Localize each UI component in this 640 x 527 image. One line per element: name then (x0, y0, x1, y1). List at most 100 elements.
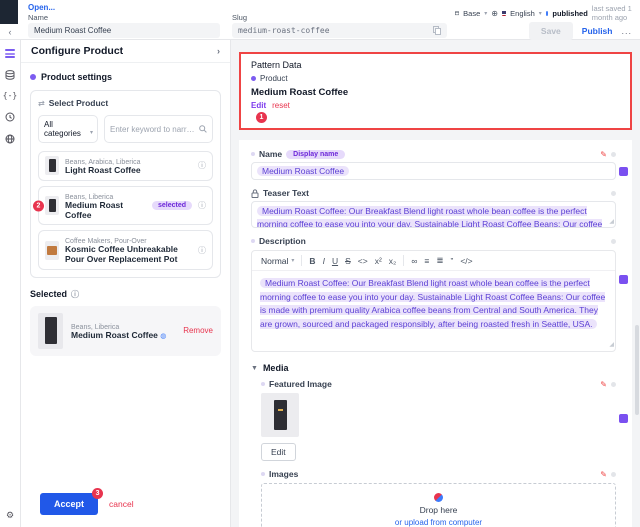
info-icon[interactable]: ⓘ (71, 289, 79, 300)
description-field: Description Normal ▾ B I U S <> x² x₂ ∞ … (251, 236, 629, 352)
chevron-down-icon: ▾ (538, 10, 542, 17)
product-settings-heading: Product settings (41, 72, 113, 82)
featured-image-field: Featured Image ✎ Edit (261, 379, 629, 461)
open-link[interactable]: Open... (28, 3, 220, 12)
inline-code-button[interactable]: <> (358, 256, 368, 266)
category-filter-select[interactable]: All categories ▾ (38, 115, 98, 143)
doc-name-input[interactable]: Medium Roast Coffee (28, 23, 220, 38)
globe-icon[interactable] (5, 134, 15, 144)
underline-button[interactable]: U (332, 256, 338, 266)
tool-sidebar: {-} ⚙ (0, 40, 21, 527)
history-icon[interactable] (5, 112, 15, 122)
toolbar-divider (403, 255, 405, 266)
teaser-textarea[interactable]: Medium Roast Coffee: Our Breakfast Blend… (251, 201, 616, 228)
featured-image-thumbnail[interactable] (261, 393, 299, 437)
product-name: Medium Roast Coffee (65, 199, 124, 220)
select-product-label: Select Product (48, 98, 109, 108)
slug-input[interactable]: medium-roast-coffee (232, 23, 447, 38)
product-thumbnail (45, 156, 59, 176)
globe-icon: ⊕ (491, 8, 498, 18)
collapse-chevron-icon[interactable]: ‹ (0, 24, 20, 39)
json-braces-icon[interactable]: {-} (3, 92, 17, 100)
scrollbar-thumb[interactable] (635, 325, 639, 415)
us-flag-icon (501, 10, 507, 16)
product-list-item[interactable]: Beans, Arabica, Liberica Light Roast Cof… (38, 151, 213, 181)
italic-button[interactable]: I (323, 256, 325, 266)
copy-icon[interactable] (433, 26, 441, 35)
more-menu-button[interactable]: ... (621, 26, 632, 36)
presence-placeholder-icon (611, 238, 616, 244)
upload-from-computer-link[interactable]: or upload from computer (395, 518, 482, 527)
images-label: Images (269, 469, 299, 479)
save-button[interactable]: Save (528, 22, 573, 40)
configure-product-panel: Configure Product › Product settings ⇄ S… (21, 40, 231, 527)
resize-handle[interactable]: ◢ (609, 218, 614, 227)
info-icon[interactable]: ⓘ (198, 160, 206, 171)
product-list-item[interactable]: 2 Beans, Liberica Medium Roast Coffee se… (33, 185, 213, 226)
presence-placeholder-icon (611, 471, 616, 477)
sync-icon: ◍ (160, 332, 167, 340)
publish-status: published (552, 8, 588, 18)
cancel-link[interactable]: cancel (109, 499, 134, 509)
dataset-icon[interactable] (5, 70, 15, 80)
changed-pen-icon[interactable]: ✎ (600, 470, 607, 479)
numbered-list-button[interactable]: ≣ (436, 255, 443, 266)
changed-pen-icon[interactable]: ✎ (600, 150, 607, 159)
publish-button[interactable]: Publish (582, 26, 613, 36)
product-thumbnail (45, 240, 59, 260)
info-icon[interactable]: ⓘ (198, 245, 206, 256)
lang-base-select[interactable]: Base (463, 9, 480, 18)
featured-image-label: Featured Image (269, 379, 332, 389)
product-name: Medium Roast Coffee ◍ (71, 329, 167, 340)
teaser-field-label: Teaser Text (263, 188, 309, 198)
accept-count-badge: 3 (92, 488, 104, 499)
count-badge: 2 (33, 200, 44, 212)
pattern-reset-link[interactable]: reset (272, 101, 290, 110)
info-icon[interactable]: ⓘ (198, 200, 206, 211)
chevron-down-icon[interactable]: ▼ (251, 365, 258, 372)
name-input[interactable]: Medium Roast Coffee (251, 162, 616, 180)
media-group-heading: Media (262, 363, 289, 373)
resize-handle[interactable]: ◢ (609, 341, 614, 351)
blockquote-button[interactable]: ” (451, 256, 454, 266)
bold-button[interactable]: B (309, 256, 315, 266)
presence-avatar (618, 274, 629, 285)
edit-featured-image-button[interactable]: Edit (261, 443, 296, 461)
product-name: Light Roast Coffee (65, 165, 141, 175)
bullet-list-button[interactable]: ≡ (424, 256, 429, 266)
settings-gear-icon[interactable]: ⚙ (6, 511, 14, 520)
product-search-input[interactable]: Enter keyword to narrow your search (104, 115, 213, 143)
app-logo[interactable] (0, 0, 18, 24)
presence-avatar (618, 166, 629, 177)
drop-here-text: Drop here (419, 505, 458, 515)
lang-english-select[interactable]: English (510, 9, 535, 18)
chevron-down-icon: ▾ (89, 130, 93, 136)
selected-badge: selected (151, 201, 192, 211)
app-window: ‹ Open... Name Medium Roast Coffee Slug … (0, 0, 640, 527)
accept-button[interactable]: Accept 3 (40, 488, 104, 515)
top-bar: ‹ Open... Name Medium Roast Coffee Slug … (0, 0, 640, 40)
pattern-edit-link[interactable]: Edit (251, 101, 266, 110)
name-field: Name Display name ✎ Medium Roast Coffee (251, 149, 629, 180)
image-dropzone[interactable]: Drop here or upload from computer ☁ (261, 483, 616, 527)
field-dot-icon (251, 239, 255, 243)
structure-filter-icon[interactable] (5, 49, 15, 58)
text-style-select[interactable]: Normal ▾ (261, 256, 294, 266)
rich-text-editor: Normal ▾ B I U S <> x² x₂ ∞ ≡ ≣ ” </> Me… (251, 250, 616, 352)
strikethrough-button[interactable]: S (345, 256, 351, 266)
pattern-field-value: Medium Roast Coffee (251, 87, 349, 98)
product-list-item[interactable]: Coffee Makers, Pour-Over Kosmic Coffee U… (38, 230, 213, 270)
description-editor-body[interactable]: Medium Roast Coffee: Our Breakfast Blend… (252, 271, 615, 351)
changed-pen-icon[interactable]: ✎ (600, 380, 607, 389)
slug-label: Slug (232, 13, 248, 22)
superscript-button[interactable]: x² (375, 256, 382, 266)
chevron-right-icon[interactable]: › (217, 46, 220, 56)
pattern-field-label: Product (260, 74, 288, 83)
link-button[interactable]: ∞ (411, 256, 417, 266)
subscript-button[interactable]: x₂ (389, 256, 397, 266)
pattern-data-title: Pattern Data (251, 60, 302, 70)
product-thumbnail (45, 196, 59, 216)
code-block-button[interactable]: </> (460, 256, 472, 266)
remove-link[interactable]: Remove (183, 326, 213, 335)
lock-icon (251, 188, 259, 198)
